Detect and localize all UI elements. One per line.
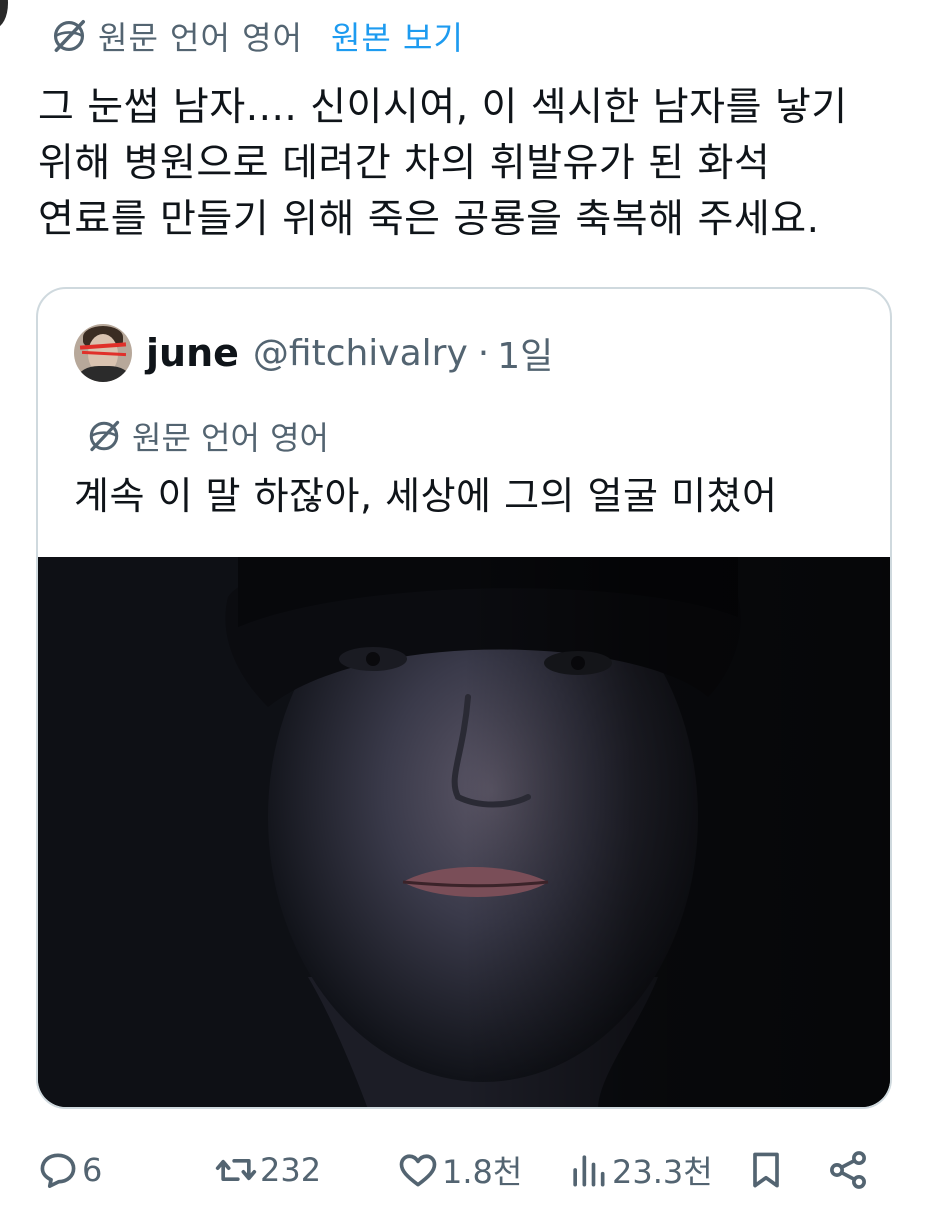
retweet-icon <box>215 1159 257 1181</box>
quoted-tweet-header: june @fitchivalry · 1일 <box>74 323 553 383</box>
view-original-link[interactable]: 원본 보기 <box>331 13 464 59</box>
quoted-user-avatar[interactable] <box>74 324 132 382</box>
bar-chart-icon <box>573 1155 605 1187</box>
translation-source-label: 원문 언어 영어 <box>98 19 303 57</box>
heart-icon <box>399 1154 437 1187</box>
speech-bubble-icon <box>40 1153 76 1188</box>
globe-slash-icon <box>89 420 120 452</box>
views-count: 23.3천 <box>612 1153 713 1191</box>
quoted-tweet-image[interactable] <box>38 557 890 1107</box>
quoted-user-name[interactable]: june <box>146 331 239 375</box>
retweet-count: 232 <box>260 1151 322 1189</box>
portrait-photo <box>38 557 890 1107</box>
quoted-tweet-time[interactable]: 1일 <box>497 327 553 379</box>
like-button[interactable]: 1.8천 <box>396 1140 522 1200</box>
reply-count: 6 <box>82 1151 103 1189</box>
tweet-text-line: 연료를 만들기 위해 죽은 공룡을 축복해 주세요. <box>38 197 820 242</box>
quoted-tweet-text: 계속 이 말 하잖아, 세상에 그의 얼굴 미쳤어 <box>74 474 778 518</box>
tweet-text: 그 눈썹 남자.... 신이시여, 이 섹시한 남자를 낳기 위해 병원으로 데… <box>38 80 898 248</box>
reply-button[interactable]: 6 <box>36 1140 102 1200</box>
bookmark-button[interactable] <box>744 1140 788 1200</box>
quoted-translation-bar: 원문 언어 영어 <box>86 413 329 459</box>
retweet-button[interactable]: 232 <box>214 1140 321 1200</box>
globe-slash-icon <box>53 20 85 52</box>
like-count: 1.8천 <box>442 1153 523 1191</box>
views-button[interactable]: 23.3천 <box>566 1140 713 1200</box>
share-button[interactable] <box>826 1140 870 1200</box>
bookmark-icon <box>753 1152 779 1188</box>
tweet-text-line: 위해 병원으로 데려간 차의 휘발유가 된 화석 <box>38 141 771 186</box>
previous-tweet-avatar[interactable] <box>0 0 8 28</box>
tweet-action-bar: 6 232 1.8천 23.3천 <box>36 1140 896 1200</box>
quoted-user-handle[interactable]: @fitchivalry <box>253 333 468 374</box>
share-icon <box>830 1151 866 1189</box>
quoted-translation-source-label: 원문 언어 영어 <box>132 419 329 457</box>
separator-dot: · <box>477 332 490 374</box>
quoted-tweet-card[interactable]: june @fitchivalry · 1일 원문 언어 영어 계속 이 말 하… <box>36 287 892 1109</box>
translation-bar: 원문 언어 영어 원본 보기 <box>50 14 464 58</box>
tweet-text-line: 그 눈썹 남자.... 신이시여, 이 섹시한 남자를 낳기 <box>38 85 848 130</box>
